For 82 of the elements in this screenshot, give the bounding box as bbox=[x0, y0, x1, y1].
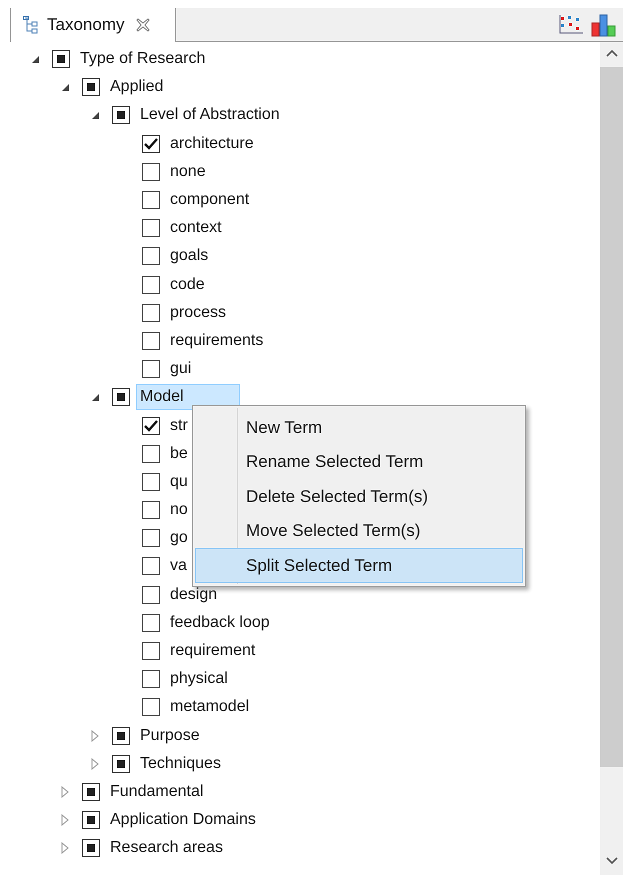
tree-icon bbox=[23, 16, 39, 34]
collapsed-arrow-icon[interactable] bbox=[91, 730, 99, 742]
checked-checkbox[interactable] bbox=[142, 416, 160, 435]
partial-checkbox[interactable] bbox=[82, 782, 100, 801]
checkbox[interactable] bbox=[142, 642, 160, 660]
tree-item-label[interactable]: none bbox=[170, 160, 206, 184]
tree-item-label[interactable]: design bbox=[170, 582, 218, 607]
scrollbar[interactable] bbox=[600, 42, 623, 875]
menu-item[interactable]: New Term bbox=[195, 410, 523, 444]
collapsed-arrow-icon[interactable] bbox=[91, 758, 99, 770]
checkbox[interactable] bbox=[142, 304, 160, 322]
collapsed-arrow-icon[interactable] bbox=[61, 786, 69, 798]
checkbox[interactable] bbox=[142, 501, 160, 520]
checked-checkbox[interactable] bbox=[142, 134, 160, 153]
checkbox[interactable] bbox=[142, 586, 160, 604]
tree-item-label[interactable]: goals bbox=[170, 244, 208, 268]
tab-title: Taxonomy bbox=[47, 14, 124, 36]
expanded-arrow-icon[interactable] bbox=[90, 110, 100, 120]
scroll-up-icon[interactable] bbox=[606, 49, 618, 57]
checkbox[interactable] bbox=[142, 614, 160, 632]
checkbox[interactable] bbox=[142, 557, 160, 576]
tree-item-label[interactable]: no bbox=[170, 498, 188, 522]
tree-item-label[interactable]: be bbox=[170, 442, 188, 466]
bar-chart-icon[interactable] bbox=[591, 13, 617, 37]
expanded-arrow-icon[interactable] bbox=[90, 392, 100, 402]
tree-item-label[interactable]: Applied bbox=[110, 75, 164, 100]
checkbox[interactable] bbox=[142, 529, 160, 548]
checkbox[interactable] bbox=[142, 698, 160, 716]
tree-item-label[interactable]: requirements bbox=[170, 328, 264, 353]
menu-item[interactable]: Delete Selected Term(s) bbox=[195, 479, 523, 514]
close-icon[interactable] bbox=[136, 18, 150, 32]
tree-item-label[interactable]: Level of Abstraction bbox=[140, 103, 280, 128]
tree-item-label[interactable]: Purpose bbox=[140, 724, 200, 748]
tree-item-label[interactable]: context bbox=[170, 216, 222, 240]
checkbox[interactable] bbox=[142, 360, 160, 378]
tree-item-label[interactable]: Type of Research bbox=[80, 47, 206, 72]
partial-checkbox[interactable] bbox=[82, 78, 100, 96]
tree-item-label[interactable]: Research areas bbox=[110, 836, 223, 860]
tree-item-label[interactable]: Model bbox=[136, 384, 240, 410]
partial-checkbox[interactable] bbox=[82, 839, 100, 858]
scrollbar-thumb[interactable] bbox=[600, 67, 623, 767]
menu-item[interactable]: Rename Selected Term bbox=[195, 444, 523, 479]
collapsed-arrow-icon[interactable] bbox=[61, 842, 69, 854]
checkbox[interactable] bbox=[142, 191, 160, 210]
tree-item-label[interactable]: str bbox=[170, 414, 188, 438]
partial-checkbox[interactable] bbox=[52, 50, 70, 68]
tree-item-label[interactable]: process bbox=[170, 300, 226, 325]
tree-item-label[interactable]: feedback loop bbox=[170, 610, 270, 635]
partial-checkbox[interactable] bbox=[112, 388, 130, 406]
partial-checkbox[interactable] bbox=[112, 106, 130, 124]
tree-item-label[interactable]: physical bbox=[170, 667, 228, 692]
expanded-arrow-icon[interactable] bbox=[60, 82, 70, 92]
menu-item[interactable]: Move Selected Term(s) bbox=[195, 514, 523, 548]
collapsed-arrow-icon[interactable] bbox=[61, 814, 69, 826]
tree-item-label[interactable]: requirement bbox=[170, 639, 256, 664]
scroll-down-icon[interactable] bbox=[606, 857, 618, 865]
tree-item-label[interactable]: architecture bbox=[170, 132, 254, 156]
checkbox[interactable] bbox=[142, 444, 160, 463]
partial-checkbox[interactable] bbox=[82, 811, 100, 830]
tree-item-label[interactable]: qu bbox=[170, 470, 188, 494]
tree-item-label[interactable]: gui bbox=[170, 357, 192, 382]
checkbox[interactable] bbox=[142, 472, 160, 491]
tree-item-label[interactable]: component bbox=[170, 188, 250, 212]
expanded-arrow-icon[interactable] bbox=[30, 54, 40, 64]
checkbox[interactable] bbox=[142, 247, 160, 266]
tree-item-label[interactable]: va bbox=[170, 554, 187, 578]
tree-item-label[interactable]: Application Domains bbox=[110, 808, 256, 832]
tree-item-label[interactable]: Techniques bbox=[140, 752, 221, 776]
checkbox[interactable] bbox=[142, 670, 160, 688]
tree-item-label[interactable]: code bbox=[170, 272, 205, 297]
tree-item-label[interactable]: go bbox=[170, 526, 188, 550]
checkbox[interactable] bbox=[142, 219, 160, 238]
partial-checkbox[interactable] bbox=[112, 754, 130, 773]
checkbox[interactable] bbox=[142, 332, 160, 350]
tree-item-label[interactable]: Fundamental bbox=[110, 780, 204, 804]
partial-checkbox[interactable] bbox=[112, 726, 130, 745]
checkbox[interactable] bbox=[142, 276, 160, 294]
scatter-chart-icon[interactable] bbox=[559, 15, 583, 35]
menu-item[interactable]: Split Selected Term bbox=[195, 548, 523, 582]
checkbox[interactable] bbox=[142, 162, 160, 181]
tree-item-label[interactable]: metamodel bbox=[170, 695, 250, 720]
view-tab[interactable]: Taxonomy bbox=[10, 8, 176, 42]
